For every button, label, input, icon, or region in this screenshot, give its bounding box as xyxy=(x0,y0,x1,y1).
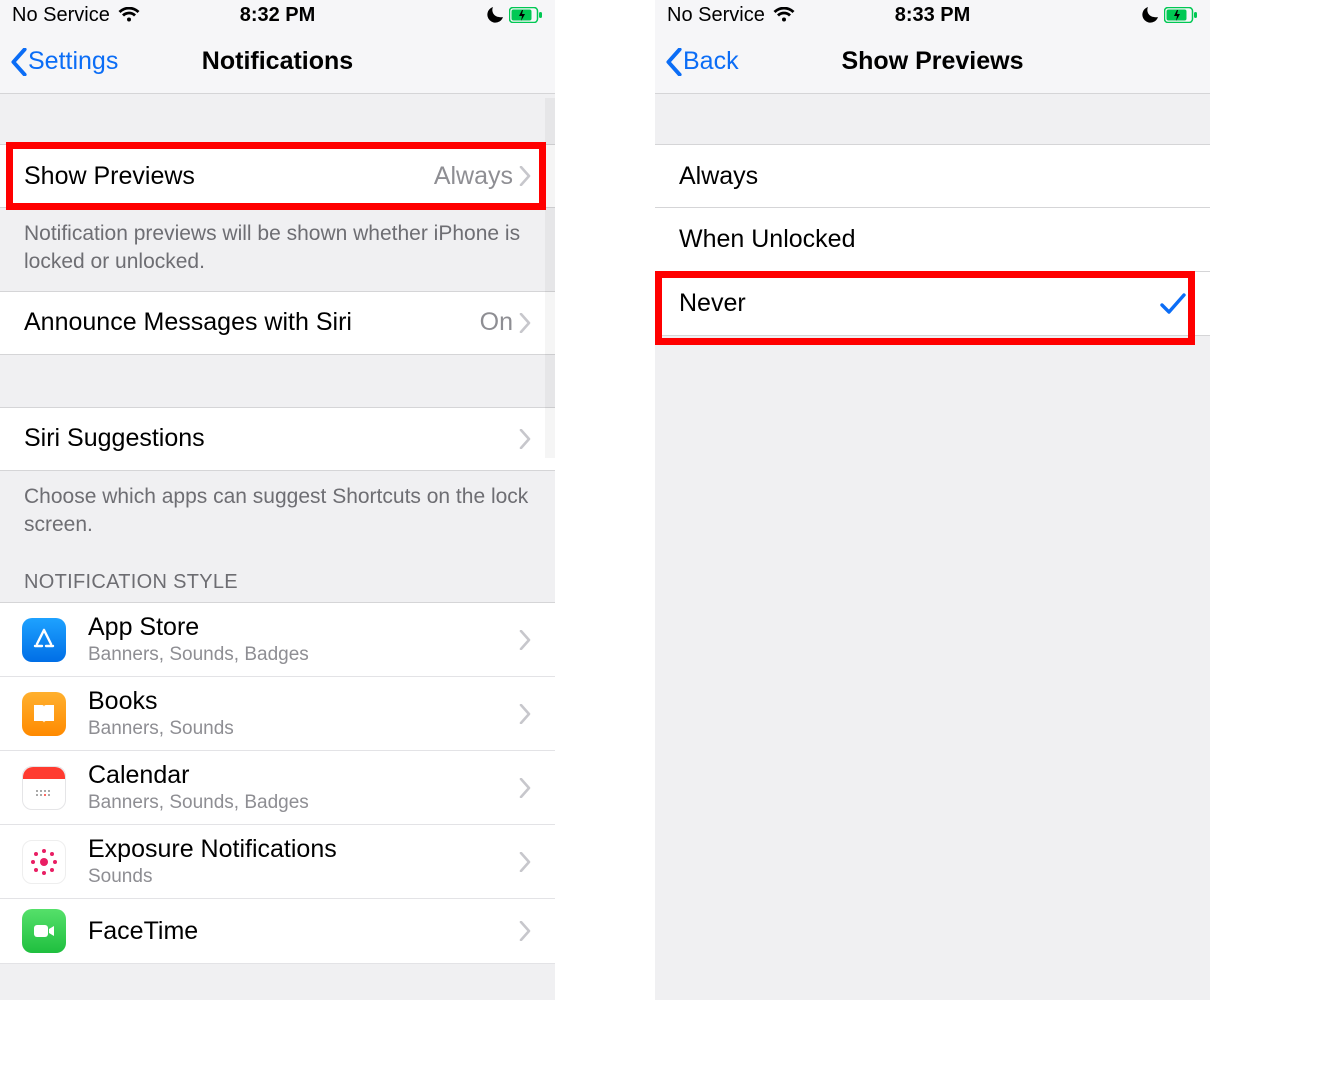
scrollbar-hint xyxy=(545,98,555,458)
battery-charging-icon xyxy=(509,7,543,23)
battery-charging-icon xyxy=(1164,7,1198,23)
app-sub: Sounds xyxy=(88,866,497,888)
row-value: On xyxy=(480,308,519,337)
app-name: Books xyxy=(88,687,497,716)
app-sub: Banners, Sounds xyxy=(88,718,497,740)
footnote-siri: Choose which apps can suggest Shortcuts … xyxy=(0,471,555,554)
facetime-icon xyxy=(22,909,66,953)
row-label: Siri Suggestions xyxy=(24,424,205,453)
app-name: FaceTime xyxy=(88,917,497,946)
footnote-previews: Notification previews will be shown whet… xyxy=(0,208,555,291)
app-row-facetime[interactable]: FaceTime xyxy=(0,899,555,964)
page-title: Show Previews xyxy=(841,47,1023,76)
status-left: No Service xyxy=(667,4,795,27)
app-text: BooksBanners, Sounds xyxy=(88,687,497,740)
row-announce-siri[interactable]: Announce Messages with Siri On xyxy=(0,291,555,355)
do-not-disturb-icon xyxy=(487,7,503,23)
row-label: Show Previews xyxy=(24,162,195,191)
chevron-right-icon xyxy=(519,921,531,941)
chevron-right-icon xyxy=(519,778,531,798)
app-text: App StoreBanners, Sounds, Badges xyxy=(88,613,497,666)
app-list: App StoreBanners, Sounds, BadgesBooksBan… xyxy=(0,602,555,964)
chevron-left-icon xyxy=(665,48,683,76)
chevron-right-icon xyxy=(519,852,531,872)
back-label: Settings xyxy=(28,47,118,76)
row-label: Announce Messages with Siri xyxy=(24,308,352,337)
wifi-icon xyxy=(773,7,795,23)
app-row-calendar[interactable]: CalendarBanners, Sounds, Badges xyxy=(0,751,555,825)
status-right xyxy=(1142,7,1198,23)
chevron-right-icon xyxy=(519,704,531,724)
row-show-previews[interactable]: Show Previews Always xyxy=(0,144,555,208)
back-button[interactable]: Settings xyxy=(10,47,118,76)
clock-text: 8:33 PM xyxy=(895,4,971,27)
app-name: Calendar xyxy=(88,761,497,790)
app-text: CalendarBanners, Sounds, Badges xyxy=(88,761,497,814)
content-area: Always When Unlocked Never xyxy=(655,94,1210,336)
option-never[interactable]: Never xyxy=(655,272,1210,336)
carrier-text: No Service xyxy=(12,4,110,27)
status-bar: No Service 8:32 PM xyxy=(0,0,555,30)
app-row-appstore[interactable]: App StoreBanners, Sounds, Badges xyxy=(0,602,555,677)
back-button[interactable]: Back xyxy=(665,47,739,76)
app-name: App Store xyxy=(88,613,497,642)
clock-text: 8:32 PM xyxy=(240,4,316,27)
page-title: Notifications xyxy=(202,47,353,76)
option-label: When Unlocked xyxy=(679,225,855,254)
appstore-icon xyxy=(22,618,66,662)
wifi-icon xyxy=(118,7,140,23)
checkmark-icon xyxy=(1160,293,1186,315)
carrier-text: No Service xyxy=(667,4,765,27)
app-name: Exposure Notifications xyxy=(88,835,497,864)
status-bar: No Service 8:33 PM xyxy=(655,0,1210,30)
row-value: Always xyxy=(434,162,519,191)
phone-right-show-previews: No Service 8:33 PM Back Show Previews Al… xyxy=(655,0,1210,1000)
books-icon xyxy=(22,692,66,736)
chevron-right-icon xyxy=(519,429,531,449)
app-row-books[interactable]: BooksBanners, Sounds xyxy=(0,677,555,751)
section-header-notification-style: NOTIFICATION STYLE xyxy=(0,553,555,602)
option-label: Always xyxy=(679,162,758,191)
do-not-disturb-icon xyxy=(1142,7,1158,23)
app-sub: Banners, Sounds, Badges xyxy=(88,644,497,666)
nav-bar: Back Show Previews xyxy=(655,30,1210,94)
phone-left-notifications: No Service 8:32 PM Settings Notification… xyxy=(0,0,555,1000)
row-siri-suggestions[interactable]: Siri Suggestions xyxy=(0,407,555,471)
back-label: Back xyxy=(683,47,739,76)
calendar-icon xyxy=(22,766,66,810)
option-when-unlocked[interactable]: When Unlocked xyxy=(655,208,1210,272)
option-always[interactable]: Always xyxy=(655,144,1210,208)
app-text: FaceTime xyxy=(88,917,497,946)
status-left: No Service xyxy=(12,4,140,27)
options-list: Always When Unlocked Never xyxy=(655,144,1210,336)
nav-bar: Settings Notifications xyxy=(0,30,555,94)
chevron-right-icon xyxy=(519,166,531,186)
chevron-right-icon xyxy=(519,630,531,650)
exposure-icon xyxy=(22,840,66,884)
app-text: Exposure NotificationsSounds xyxy=(88,835,497,888)
option-label: Never xyxy=(679,289,746,318)
chevron-right-icon xyxy=(519,313,531,333)
content-area: Show Previews Always Notification previe… xyxy=(0,94,555,964)
app-row-exposure[interactable]: Exposure NotificationsSounds xyxy=(0,825,555,899)
app-sub: Banners, Sounds, Badges xyxy=(88,792,497,814)
chevron-left-icon xyxy=(10,48,28,76)
status-right xyxy=(487,7,543,23)
